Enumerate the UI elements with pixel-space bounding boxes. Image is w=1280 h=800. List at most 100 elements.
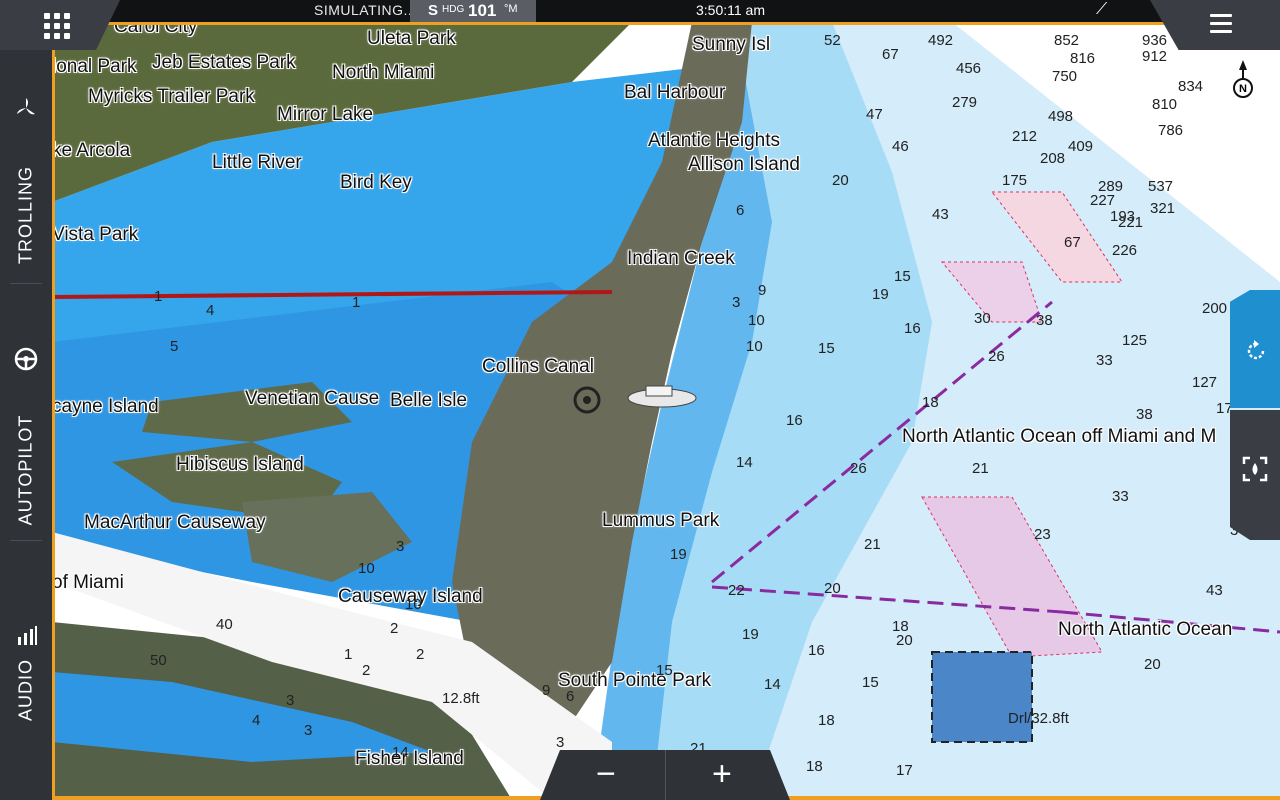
depth-sounding: 852 xyxy=(1054,32,1080,49)
depth-sounding: Drl/32.8ft xyxy=(1008,710,1069,727)
sidebar-item-autopilot[interactable]: AUTOPILOT xyxy=(0,340,52,540)
depth-sounding: 750 xyxy=(1052,68,1078,85)
depth-sounding: 537 xyxy=(1148,178,1174,195)
chart-border-top xyxy=(52,22,1280,25)
place-label: Indian Creek xyxy=(627,248,735,269)
depth-sounding: 1 xyxy=(352,294,361,311)
depth-sounding: 67 xyxy=(882,46,899,63)
depth-sounding: 786 xyxy=(1158,122,1184,139)
depth-sounding: 936 xyxy=(1142,32,1168,49)
status-bar: SIMULATING... S HDG 101 °M 3:50:11 am ⟋ xyxy=(0,0,1280,22)
depth-sounding: 212 xyxy=(1012,128,1038,145)
depth-sounding: 321 xyxy=(1150,200,1176,217)
depth-sounding: 67 xyxy=(1064,234,1081,251)
zoom-out-button[interactable]: − xyxy=(596,752,616,796)
north-arrow-icon[interactable]: N xyxy=(1232,60,1254,104)
place-label: Collins Canal xyxy=(482,356,594,377)
depth-sounding: 16 xyxy=(808,642,825,659)
depth-sounding: 125 xyxy=(1122,332,1148,349)
depth-sounding: 10 xyxy=(748,312,765,329)
depth-sounding: 3 xyxy=(556,734,565,751)
depth-sounding: 456 xyxy=(956,60,982,77)
depth-sounding: 19 xyxy=(872,286,889,303)
depth-sounding: 40 xyxy=(216,616,233,633)
place-label: cayne Island xyxy=(52,396,159,417)
depth-sounding: 4 xyxy=(206,302,215,319)
satellite-icon: ⟋ xyxy=(1096,1,1108,18)
depth-sounding: 26 xyxy=(988,348,1005,365)
sidebar-divider xyxy=(10,283,42,284)
depth-sounding: 3 xyxy=(304,722,313,739)
depth-sounding: 2 xyxy=(390,620,399,637)
heading-readout[interactable]: S HDG 101 °M xyxy=(410,0,536,22)
depth-sounding: 38 xyxy=(1136,406,1153,423)
sidebar-item-trolling[interactable]: TROLLING xyxy=(0,90,52,280)
sonar-tab-button[interactable] xyxy=(1230,410,1280,540)
route-tab-button[interactable] xyxy=(1230,290,1280,408)
dumping-area xyxy=(931,651,1033,743)
depth-sounding: 33 xyxy=(1096,352,1113,369)
place-label: Sunny Isl xyxy=(692,34,771,55)
depth-sounding: 10 xyxy=(358,560,375,577)
depth-sounding: 15 xyxy=(862,674,879,691)
depth-sounding: 492 xyxy=(928,32,954,49)
place-label: ional Park xyxy=(52,56,137,77)
place-label: Bal Harbour xyxy=(624,82,726,103)
depth-sounding: 1 xyxy=(344,646,353,663)
depth-sounding: 12.8ft xyxy=(442,690,480,707)
depth-sounding: 16 xyxy=(904,320,921,337)
depth-sounding: 5 xyxy=(170,338,179,355)
simulation-status: SIMULATING... xyxy=(314,2,417,18)
sidebar-item-audio[interactable]: AUDIO xyxy=(0,625,52,735)
place-label: North Atlantic Ocean off Miami and M xyxy=(902,426,1217,447)
place-label: Bird Key xyxy=(340,172,412,193)
depth-sounding: 33 xyxy=(1112,488,1129,505)
place-label: Belle Isle xyxy=(390,390,468,411)
place-label: Allison Island xyxy=(688,154,800,175)
depth-sounding: 810 xyxy=(1152,96,1178,113)
zoom-controls: − + xyxy=(540,750,790,800)
depth-sounding: 15 xyxy=(894,268,911,285)
place-label: Myricks Trailer Park xyxy=(88,86,255,107)
place-label: of Miami xyxy=(52,572,124,593)
zoom-in-button[interactable]: + xyxy=(712,752,732,796)
zoom-divider xyxy=(665,750,666,800)
depth-sounding: 175 xyxy=(1002,172,1028,189)
place-label: North Atlantic Ocean xyxy=(1058,619,1233,640)
depth-sounding: 16 xyxy=(786,412,803,429)
depth-sounding: 1 xyxy=(154,288,163,305)
depth-sounding: 17 xyxy=(896,762,913,779)
place-label: North Miami xyxy=(332,62,435,83)
depth-sounding: 6 xyxy=(736,202,745,219)
compass-label: N xyxy=(1239,83,1247,95)
depth-sounding: 279 xyxy=(952,94,978,111)
propeller-icon xyxy=(17,98,35,115)
depth-sounding: 409 xyxy=(1068,138,1094,155)
depth-sounding: 10 xyxy=(746,338,763,355)
place-label: Jeb Estates Park xyxy=(152,52,296,73)
depth-sounding: 19 xyxy=(670,546,687,563)
place-label: Atlantic Heights xyxy=(648,130,781,151)
fullscreen-drop-icon xyxy=(1242,456,1268,482)
depth-sounding: 14 xyxy=(764,676,781,693)
depth-sounding: 2 xyxy=(362,662,371,679)
hamburger-icon xyxy=(1210,14,1232,38)
depth-sounding: 47 xyxy=(866,106,883,123)
chart-border-left xyxy=(52,22,55,800)
steering-wheel-icon xyxy=(14,347,38,371)
depth-sounding: 221 xyxy=(1118,214,1144,231)
sidebar-divider xyxy=(10,540,42,541)
depth-sounding: 3 xyxy=(396,538,405,555)
place-label: Hibiscus Island xyxy=(176,454,304,475)
depth-sounding: 227 xyxy=(1090,192,1116,209)
depth-sounding: 226 xyxy=(1112,242,1138,259)
place-label: Venetian Cause xyxy=(245,388,380,409)
depth-sounding: 22 xyxy=(728,582,745,599)
depth-sounding: 20 xyxy=(832,172,849,189)
chart-map[interactable]: Carol City Uleta Park Sunny Isl Jeb Estates… xyxy=(52,22,1280,800)
grid-icon xyxy=(44,13,70,39)
depth-sounding: 50 xyxy=(150,652,167,669)
depth-sounding: 200 xyxy=(1202,300,1228,317)
depth-sounding: 3 xyxy=(732,294,741,311)
depth-sounding: 15 xyxy=(656,662,673,679)
